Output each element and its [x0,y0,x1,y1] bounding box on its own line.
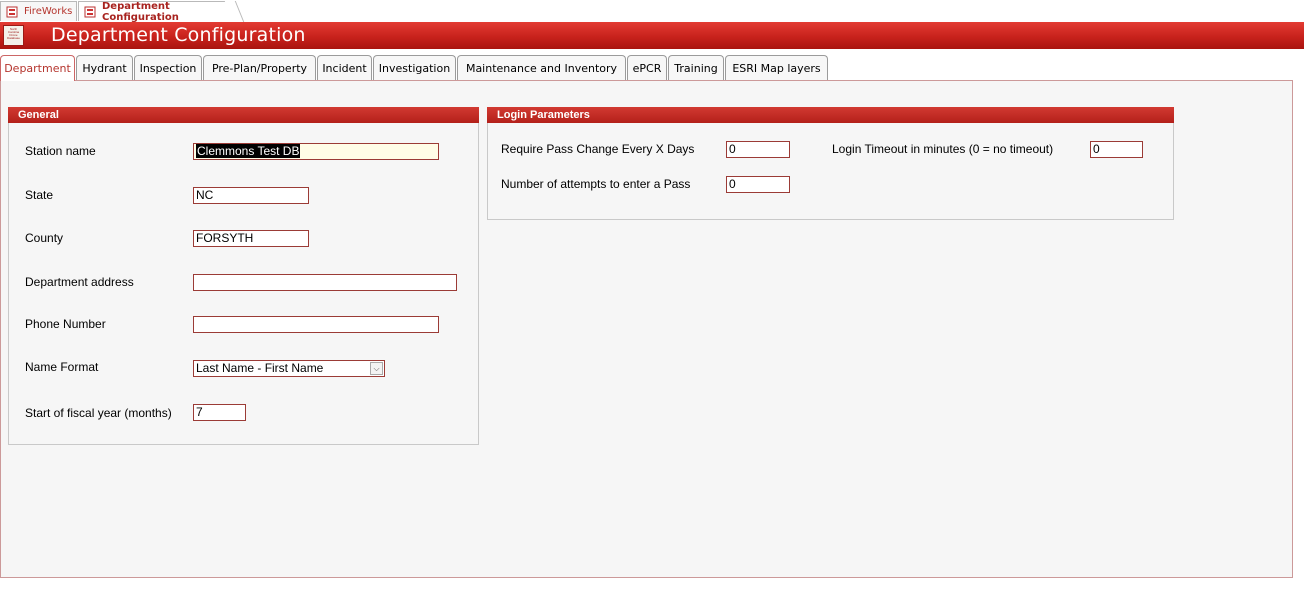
name-format-value: Last Name - First Name [196,361,324,375]
doc-tab-label: Department Configuration [102,0,179,23]
department-panel: General Station name Clemmons Test DB St… [0,80,1293,578]
chevron-down-icon[interactable]: ⌵ [370,362,383,375]
phone-number-field[interactable] [193,316,439,333]
department-logo: North Carolina Drone Database [3,25,24,46]
state-label: State [25,188,54,202]
station-name-label: Station name [25,144,96,158]
tab-epcr[interactable]: ePCR [627,55,667,80]
department-address-field[interactable] [193,274,457,291]
county-field[interactable]: FORSYTH [193,230,309,247]
state-field[interactable]: NC [193,187,309,204]
department-address-label: Department address [25,275,134,289]
general-section-title: General [8,107,479,123]
doc-tab-label: FireWorks [24,6,73,17]
login-timeout-label: Login Timeout in minutes (0 = no timeout… [832,142,1054,156]
tab-maintenance-and-inventory[interactable]: Maintenance and Inventory [457,55,626,80]
login-parameters-section [487,107,1174,220]
name-format-select[interactable]: Last Name - First Name ⌵ [193,360,385,377]
pass-attempts-field[interactable]: 0 [726,176,790,193]
station-name-field[interactable]: Clemmons Test DB [193,143,439,160]
pass-change-field[interactable]: 0 [726,141,790,158]
page-title: Department Configuration [51,24,306,46]
form-icon [84,6,96,18]
phone-number-label: Phone Number [25,317,106,331]
tab-pre-plan-property[interactable]: Pre-Plan/Property [203,55,316,80]
tab-training[interactable]: Training [668,55,724,80]
tab-department[interactable]: Department [0,55,75,81]
tab-incident[interactable]: Incident [317,55,372,80]
form-icon [6,6,18,18]
tab-esri-map-layers[interactable]: ESRI Map layers [725,55,828,80]
county-label: County [25,231,64,245]
login-parameters-title: Login Parameters [487,107,1174,123]
pass-change-label: Require Pass Change Every X Days [501,142,695,156]
pass-attempts-label: Number of attempts to enter a Pass [501,177,691,191]
form-header: North Carolina Drone Database Department… [0,22,1304,49]
tab-hydrant[interactable]: Hydrant [76,55,133,80]
tab-investigation[interactable]: Investigation [373,55,456,80]
tab-inspection[interactable]: Inspection [134,55,202,80]
login-timeout-field[interactable]: 0 [1090,141,1143,158]
document-tab-strip: FireWorks Department Configuration [0,0,1304,23]
fiscal-year-field[interactable]: 7 [193,404,246,421]
name-format-label: Name Format [25,360,99,374]
doc-tab-department-configuration[interactable]: Department Configuration [78,0,234,23]
fiscal-year-label: Start of fiscal year (months) [25,406,172,420]
doc-tab-fireworks[interactable]: FireWorks [0,1,77,21]
